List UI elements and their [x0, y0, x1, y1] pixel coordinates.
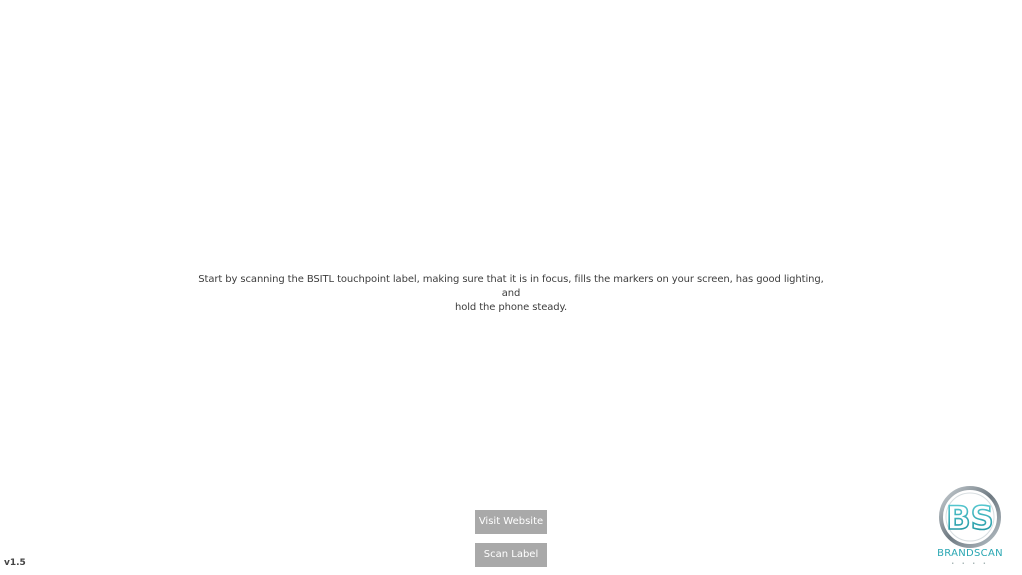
logo-dots: • • • • [951, 561, 989, 567]
brandscan-logo: BS BRANDSCAN • • • • [926, 485, 1014, 571]
visit-website-button[interactable]: Visit Website [475, 510, 547, 534]
scan-label-button[interactable]: Scan Label [475, 543, 547, 567]
logo-caption: BRANDSCAN [937, 548, 1003, 559]
version-label: v1.5 [4, 558, 26, 568]
instructions-line-2: hold the phone steady. [454, 302, 568, 313]
app-screen: Start by scanning the BSITL touchpoint l… [0, 0, 1022, 575]
brandscan-emblem-icon: BS [939, 486, 1001, 548]
logo-monogram: BS [946, 499, 993, 537]
scan-instructions: Start by scanning the BSITL touchpoint l… [196, 273, 826, 315]
instructions-line-1: Start by scanning the BSITL touchpoint l… [198, 274, 824, 299]
